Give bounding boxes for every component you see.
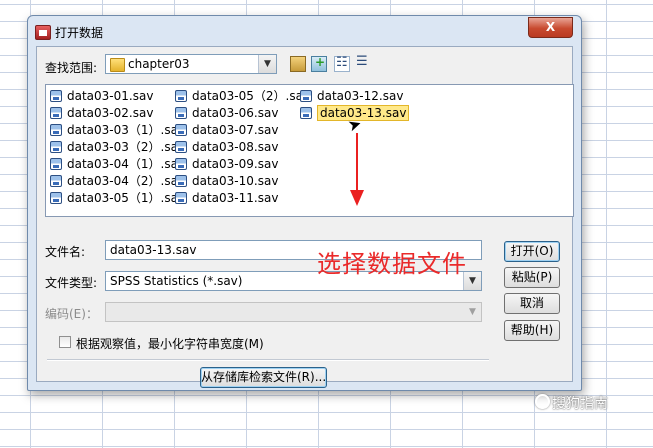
sav-file-icon bbox=[175, 158, 187, 170]
file-item[interactable]: data03-10.sav bbox=[174, 173, 278, 189]
sav-file-icon bbox=[300, 90, 312, 102]
watermark-text: 搜狗指南 bbox=[552, 396, 608, 412]
file-list[interactable]: data03-01.sav data03-02.sav data03-03（1）… bbox=[45, 84, 574, 217]
look-in-value: chapter03 bbox=[128, 57, 190, 71]
folder-icon bbox=[110, 58, 125, 72]
help-button[interactable]: 帮助(H) bbox=[504, 320, 560, 341]
file-item[interactable]: data03-11.sav bbox=[174, 190, 278, 206]
look-in-combo[interactable]: chapter03 ▼ bbox=[105, 54, 277, 74]
look-in-label: 查找范围: bbox=[45, 61, 98, 75]
file-item[interactable]: data03-04（2）.sav bbox=[49, 173, 185, 189]
file-name-label: 文件名: bbox=[45, 245, 86, 259]
sav-file-icon bbox=[175, 124, 187, 136]
annotation-select-data-file: 选择数据文件 bbox=[317, 250, 467, 278]
file-item[interactable]: data03-01.sav bbox=[49, 88, 153, 104]
sav-file-icon bbox=[50, 141, 62, 153]
sav-file-icon bbox=[50, 192, 62, 204]
minimize-width-checkbox[interactable] bbox=[59, 336, 71, 348]
minimize-width-label: 根据观察值，最小化字符串宽度(M) bbox=[76, 337, 264, 351]
retrieve-from-repository-button[interactable]: 从存储库检索文件(R)... bbox=[200, 367, 327, 388]
up-one-level-icon[interactable] bbox=[290, 56, 306, 72]
file-item[interactable]: data03-04（1）.sav bbox=[49, 156, 185, 172]
new-folder-icon[interactable] bbox=[311, 55, 327, 72]
file-item[interactable]: data03-05（2）.sav bbox=[174, 88, 310, 104]
file-item[interactable]: data03-09.sav bbox=[174, 156, 278, 172]
spss-app-icon bbox=[35, 25, 51, 40]
dialog-body: 查找范围: chapter03 ▼ data03-01.sav data03-0… bbox=[36, 46, 574, 388]
sav-file-icon bbox=[175, 90, 187, 102]
sav-file-icon bbox=[50, 90, 62, 102]
file-item[interactable]: data03-12.sav bbox=[299, 88, 403, 104]
red-arrow-line bbox=[356, 133, 358, 193]
paste-button[interactable]: 粘贴(P) bbox=[504, 267, 560, 288]
red-arrow-down-icon bbox=[350, 190, 364, 206]
file-item[interactable]: data03-08.sav bbox=[174, 139, 278, 155]
file-type-value: SPSS Statistics (*.sav) bbox=[110, 274, 243, 288]
file-item[interactable]: data03-06.sav bbox=[174, 105, 278, 121]
file-item[interactable]: data03-03（1）.sav bbox=[49, 122, 185, 138]
file-item[interactable]: data03-07.sav bbox=[174, 122, 278, 138]
sav-file-icon bbox=[50, 158, 62, 170]
file-item[interactable]: data03-03（2）.sav bbox=[49, 139, 185, 155]
sav-file-icon bbox=[50, 175, 62, 187]
encoding-label: 编码(E)： bbox=[45, 307, 98, 321]
sav-file-icon bbox=[175, 192, 187, 204]
file-item[interactable]: data03-02.sav bbox=[49, 105, 153, 121]
watermark-logo-icon bbox=[535, 394, 550, 409]
sav-file-icon bbox=[50, 124, 62, 136]
file-item[interactable]: data03-05（1）.sav bbox=[49, 190, 185, 206]
sav-file-icon bbox=[175, 107, 187, 119]
sav-file-icon bbox=[175, 141, 187, 153]
sav-file-icon bbox=[175, 175, 187, 187]
sav-file-icon bbox=[50, 107, 62, 119]
details-view-icon[interactable] bbox=[355, 54, 371, 72]
chevron-down-icon: ▼ bbox=[469, 307, 476, 317]
close-button[interactable]: X bbox=[528, 17, 573, 38]
sav-file-icon bbox=[300, 107, 312, 119]
cancel-button[interactable]: 取消 bbox=[504, 293, 560, 314]
chevron-down-icon[interactable]: ▼ bbox=[258, 55, 276, 73]
title-bar[interactable]: 打开数据 X bbox=[28, 16, 581, 46]
open-data-dialog: 打开数据 X 查找范围: chapter03 ▼ data03-01.sav d… bbox=[27, 15, 582, 391]
file-type-label: 文件类型: bbox=[45, 276, 98, 290]
open-button[interactable]: 打开(O) bbox=[504, 241, 560, 262]
list-view-icon[interactable] bbox=[334, 55, 350, 72]
dialog-title: 打开数据 bbox=[55, 26, 104, 40]
divider bbox=[47, 359, 489, 361]
encoding-combo[interactable]: ▼ bbox=[105, 302, 482, 322]
